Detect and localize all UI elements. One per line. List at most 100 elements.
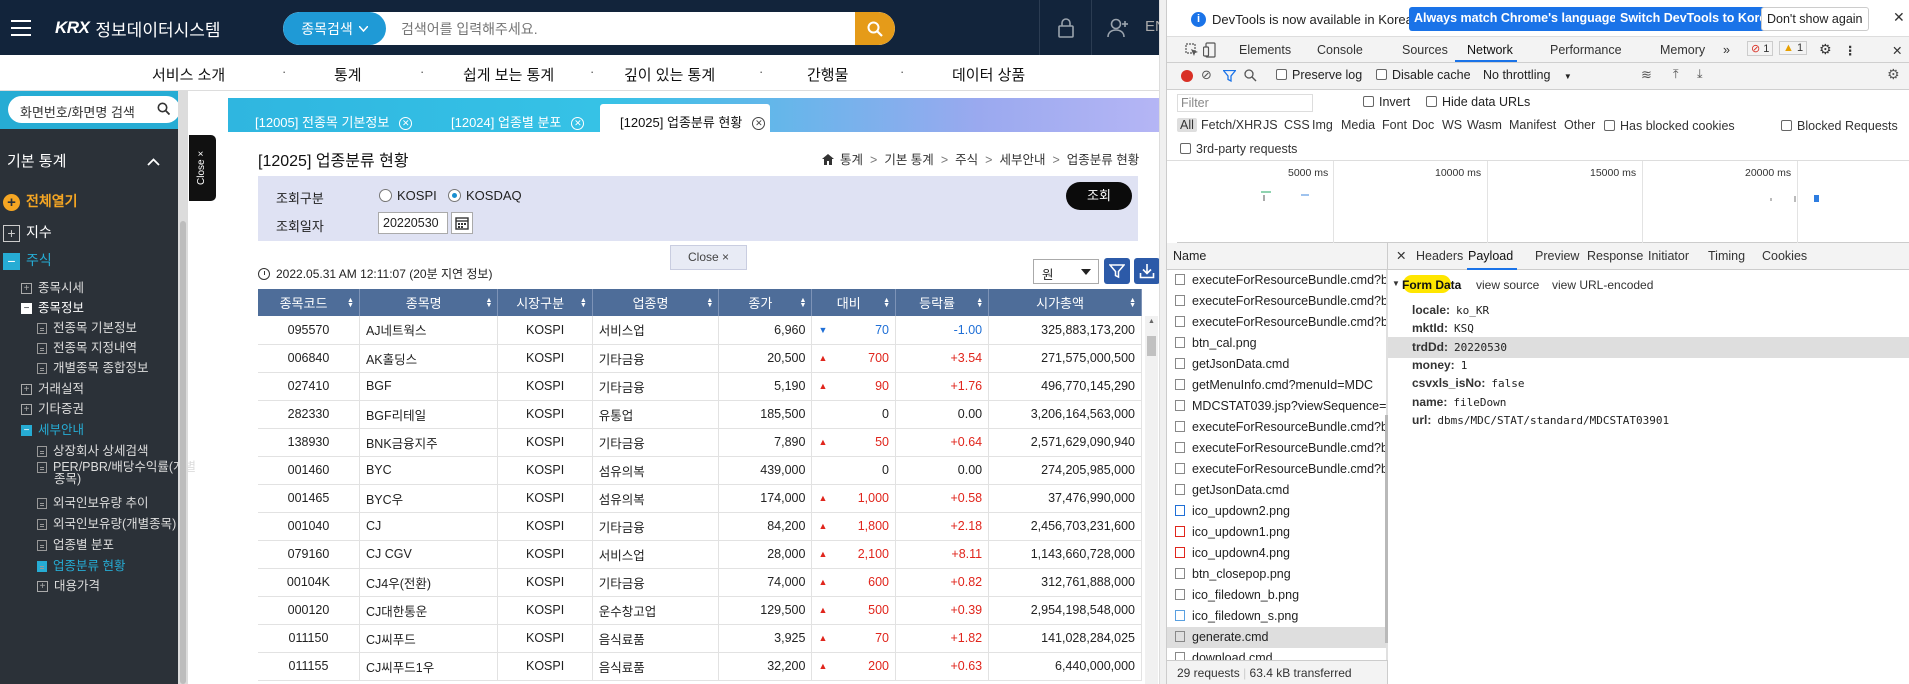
nav-easy-stats[interactable]: 쉽게 보는 통계 xyxy=(463,64,554,85)
blocked-cookies-checkbox[interactable]: Has blocked cookies xyxy=(1604,119,1735,133)
tab-console[interactable]: Console xyxy=(1317,43,1363,57)
tab-12005[interactable]: [12005] 전종목 기본정보 ✕ xyxy=(235,104,424,132)
sidebar-scroll-thumb[interactable] xyxy=(180,221,186,684)
tab-cookies[interactable]: Cookies xyxy=(1762,249,1807,263)
table-row[interactable]: 001465 BYC우 KOSPI 섬유의복 174,000 ▲ 1,000 +0.58 37,… xyxy=(258,484,1142,513)
request-row[interactable]: executeForResourceBundle.cmd?b xyxy=(1167,459,1387,480)
form-data-row[interactable]: url: dbms/MDC/STAT/standard/MDCSTAT03901 xyxy=(1388,410,1909,431)
type-js[interactable]: JS xyxy=(1263,118,1278,132)
radio-kospi[interactable]: KOSPI xyxy=(379,188,437,203)
sidebar-close-tab[interactable]: Close × xyxy=(189,135,216,201)
sidebar-item-index[interactable]: + 지수 xyxy=(3,222,181,242)
download-icon[interactable]: ⤓ xyxy=(1697,67,1703,82)
sidebar-section-title[interactable]: 기본 통계 xyxy=(0,147,178,177)
tab-payload[interactable]: Payload xyxy=(1468,249,1513,263)
type-css[interactable]: CSS xyxy=(1284,118,1310,132)
name-column-header[interactable]: Name xyxy=(1167,243,1388,270)
close-popup-button[interactable]: Close × xyxy=(670,245,747,270)
errors-badge[interactable]: ⊘ 1 xyxy=(1747,41,1774,56)
sidebar-item-per-pbr[interactable]: PER/PBR/배당수익률(개별 종목) xyxy=(37,461,215,485)
col-header[interactable]: 종가 ▲ ▼ xyxy=(718,289,813,316)
view-source-link[interactable]: view source xyxy=(1476,278,1539,292)
tab-memory[interactable]: Memory xyxy=(1660,43,1705,57)
tab-performance[interactable]: Performance xyxy=(1550,43,1622,57)
home-icon[interactable] xyxy=(822,154,834,165)
col-header[interactable]: 등락률 ▲ ▼ xyxy=(895,289,990,316)
table-row[interactable]: 027410 BGF KOSPI 기타금융 5,190 ▲ 90 +1.76 496,770,1… xyxy=(258,372,1142,401)
kebab-menu-icon[interactable]: ⋮ xyxy=(1844,43,1857,58)
type-wasm[interactable]: Wasm xyxy=(1467,118,1502,132)
col-header[interactable]: 종목명 ▲ ▼ xyxy=(359,289,499,316)
form-data-header[interactable]: ▼ Form Data view source view URL-encoded xyxy=(1388,275,1909,295)
gear-icon[interactable]: ⚙ xyxy=(1887,66,1900,83)
sidebar-item-details[interactable]: − 세부안내 xyxy=(21,419,199,438)
close-icon[interactable]: ✕ xyxy=(1892,43,1902,58)
screen-search-input[interactable]: 화면번호/화면명 검색 xyxy=(8,96,180,123)
breadcrumb-item[interactable]: 통계 xyxy=(840,153,863,167)
request-row[interactable]: download.cmd xyxy=(1167,648,1387,660)
user-add-icon[interactable] xyxy=(1091,0,1143,55)
search-input[interactable] xyxy=(401,12,841,45)
table-scrollbar[interactable] xyxy=(1145,316,1158,684)
sidebar-item-sector-dist[interactable]: 업종별 분포 xyxy=(37,534,215,553)
tab-network[interactable]: Network xyxy=(1467,43,1513,57)
sidebar-item-foreign-trend[interactable]: 외국인보유량 추이 xyxy=(37,492,215,511)
nav-service-intro[interactable]: 서비스 소개 xyxy=(152,64,225,85)
blocked-requests-checkbox[interactable]: Blocked Requests xyxy=(1781,119,1898,133)
type-all[interactable]: All xyxy=(1177,118,1197,132)
table-row[interactable]: 00104K CJ4우(전환) KOSPI 기타금융 74,000 ▲ 600 +0.82 31… xyxy=(258,568,1142,597)
sidebar-item-substitute-price[interactable]: + 대용가격 xyxy=(37,575,215,594)
close-icon[interactable]: ✕ xyxy=(399,117,413,130)
table-row[interactable]: 011150 CJ씨푸드 KOSPI 음식료품 3,925 ▲ 70 +1.82 141,028… xyxy=(258,624,1142,653)
clear-icon[interactable]: ⊘ xyxy=(1201,67,1212,83)
tab-timing[interactable]: Timing xyxy=(1708,249,1745,263)
breadcrumb-item[interactable]: 업종분류 현황 xyxy=(1067,153,1139,167)
col-header[interactable]: 업종명 ▲ ▼ xyxy=(592,289,720,316)
close-icon[interactable]: ✕ xyxy=(752,117,766,130)
request-row[interactable]: generate.cmd xyxy=(1167,627,1387,648)
sidebar-item-company-search[interactable]: 상장회사 상세검색 xyxy=(37,440,215,459)
table-row[interactable]: 011155 CJ씨푸드1우 KOSPI 음식료품 32,200 ▲ 200 +0.63 6,4… xyxy=(258,652,1142,681)
table-row[interactable]: 001040 CJ KOSPI 기타금융 84,200 ▲ 1,800 +2.18 2,456,… xyxy=(258,512,1142,541)
type-img[interactable]: Img xyxy=(1312,118,1333,132)
request-row[interactable]: getMenuInfo.cmd?menuId=MDC xyxy=(1167,375,1387,396)
tab-initiator[interactable]: Initiator xyxy=(1648,249,1689,263)
request-row[interactable]: MDCSTAT039.jsp?viewSequence= xyxy=(1167,396,1387,417)
sidebar-item-stock[interactable]: − 주식 xyxy=(3,250,181,270)
sidebar-item-designation[interactable]: 전종목 지정내역 xyxy=(37,337,215,356)
lock-icon[interactable] xyxy=(1039,0,1091,55)
close-icon[interactable]: ✕ xyxy=(571,117,585,130)
request-row[interactable]: executeForResourceBundle.cmd?b xyxy=(1167,438,1387,459)
type-media[interactable]: Media xyxy=(1341,118,1375,132)
table-row[interactable]: 138930 BNK금융지주 KOSPI 기타금융 7,890 ▲ 50 +0.64 2,571… xyxy=(258,428,1142,457)
filter-button[interactable] xyxy=(1104,258,1130,284)
type-doc[interactable]: Doc xyxy=(1412,118,1434,132)
device-toolbar-icon[interactable] xyxy=(1203,42,1217,58)
nav-publications[interactable]: 간행물 xyxy=(807,64,848,85)
tab-12024[interactable]: [12024] 업종별 분포 ✕ xyxy=(431,104,596,132)
request-row[interactable]: executeForResourceBundle.cmd?b xyxy=(1167,291,1387,312)
tab-response[interactable]: Response xyxy=(1587,249,1643,263)
breadcrumb-item[interactable]: 세부안내 xyxy=(999,153,1045,167)
type-fetch[interactable]: Fetch/XHR xyxy=(1201,118,1262,132)
inspect-element-icon[interactable] xyxy=(1185,43,1199,57)
request-row[interactable]: ico_filedown_s.png xyxy=(1167,606,1387,627)
breadcrumb-item[interactable]: 주식 xyxy=(955,153,978,167)
close-icon[interactable]: ✕ xyxy=(1893,9,1905,26)
request-row[interactable]: executeForResourceBundle.cmd?b xyxy=(1167,417,1387,438)
date-input[interactable] xyxy=(378,212,448,234)
request-row[interactable]: ico_updown1.png xyxy=(1167,522,1387,543)
sidebar-item-all-basic[interactable]: 전종목 기본정보 xyxy=(37,317,215,336)
page-scrollbar[interactable] xyxy=(1159,0,1166,684)
nav-deep-stats[interactable]: 깊이 있는 통계 xyxy=(624,64,715,85)
sidebar-item-individual[interactable]: 개별종목 종합정보 xyxy=(37,357,215,376)
table-scroll-thumb[interactable] xyxy=(1147,336,1156,356)
col-header[interactable]: 종목코드 ▲ ▼ xyxy=(258,289,360,316)
table-row[interactable]: 000120 CJ대한통운 KOSPI 운수창고업 129,500 ▲ 500 +0.39 2,… xyxy=(258,596,1142,625)
type-font[interactable]: Font xyxy=(1382,118,1407,132)
search-button[interactable] xyxy=(855,12,895,45)
hide-data-urls-checkbox[interactable]: Hide data URLs xyxy=(1426,95,1530,109)
dont-show-button[interactable]: Don't show again xyxy=(1761,7,1869,31)
request-row[interactable]: ico_updown2.png xyxy=(1167,501,1387,522)
filter-input[interactable]: Filter xyxy=(1177,94,1313,112)
